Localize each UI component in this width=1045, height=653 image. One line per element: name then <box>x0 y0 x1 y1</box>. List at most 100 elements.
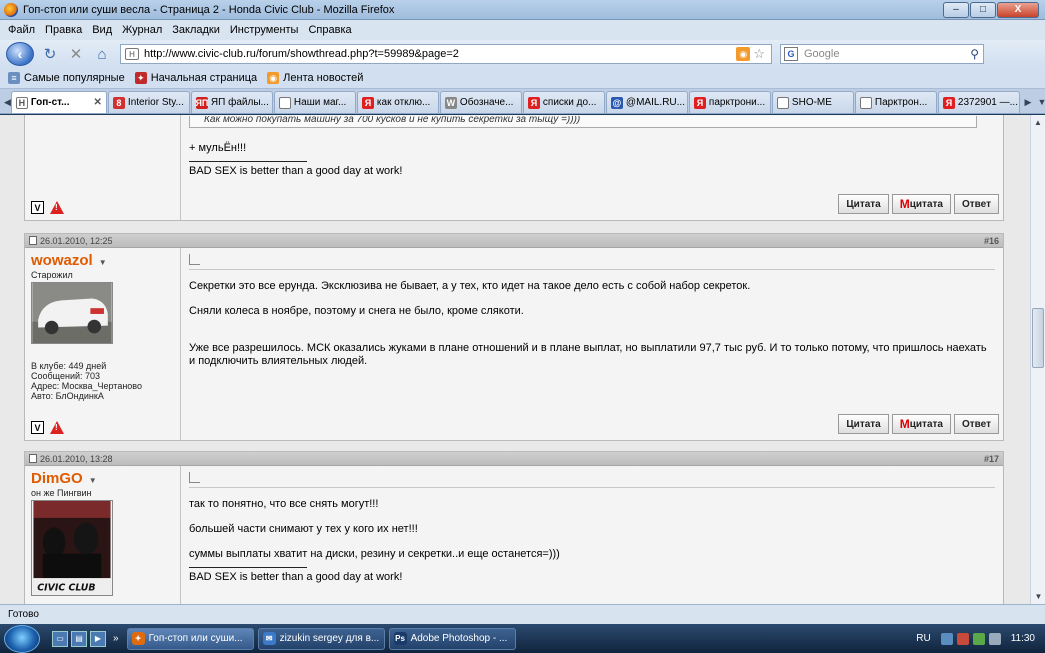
post-document-icon <box>29 236 37 245</box>
menu-edit[interactable]: Правка <box>45 24 82 36</box>
multi-quote-label: цитата <box>909 418 943 430</box>
stat-address: Адрес: Москва_Чертаново <box>31 381 142 391</box>
rss-icon[interactable]: ◉ <box>736 47 751 61</box>
tray-network-icon[interactable] <box>940 632 953 645</box>
reload-icon[interactable]: ↻ <box>40 44 60 64</box>
menu-history[interactable]: Журнал <box>122 24 162 36</box>
stop-icon[interactable]: ✕ <box>66 44 86 64</box>
tab-label: списки до... <box>542 97 597 108</box>
url-text[interactable]: http://www.civic-club.ru/forum/showthrea… <box>144 48 736 60</box>
tab-0[interactable]: H Гоп-ст... ✕ <box>10 91 107 113</box>
user-menu-chevron-icon[interactable]: ▼ <box>99 258 107 267</box>
report-warning-icon[interactable] <box>50 421 64 434</box>
tab-1[interactable]: 8 Interior Sty... <box>107 91 190 113</box>
home-icon[interactable]: ⌂ <box>92 44 112 64</box>
quick-launch-more-icon[interactable]: » <box>113 633 119 644</box>
post-signature: BAD SEX is better than a good day at wor… <box>189 571 403 583</box>
tray-app-icon[interactable] <box>972 632 985 645</box>
scroll-down-icon[interactable]: ▼ <box>1031 589 1045 604</box>
taskbar: ▭ ▤ ▶ » ✦ Гоп-стоп или суши... ✉ zizukin… <box>0 624 1045 653</box>
tab-label: Interior Sty... <box>127 97 184 108</box>
report-warning-icon[interactable] <box>50 201 64 214</box>
close-button[interactable]: X <box>997 1 1039 18</box>
vkontakte-icon[interactable]: V <box>31 421 44 434</box>
language-indicator[interactable]: RU <box>916 633 930 644</box>
tab-scroll-right-icon[interactable]: ▶ <box>1021 91 1035 113</box>
user-menu-chevron-icon[interactable]: ▼ <box>89 476 97 485</box>
tab-scroll-left-icon[interactable]: ◀ <box>4 91 11 113</box>
avatar[interactable] <box>31 282 113 344</box>
firefox-icon <box>4 2 18 17</box>
vertical-scrollbar[interactable]: ▲ ▼ <box>1030 115 1045 604</box>
tab-bar: ◀ H Гоп-ст... ✕ 8 Interior Sty... ЯП ЯП файлы.… <box>0 89 1045 114</box>
post-signature: BAD SEX is better than a good day at wor… <box>189 165 403 177</box>
post-text: Уже все разрешилось. МСК оказались жукам… <box>189 342 987 367</box>
bookmark-most-visited[interactable]: ≡ Самые популярные <box>8 72 125 84</box>
scrollbar-thumb[interactable] <box>1032 308 1044 368</box>
menu-bookmarks[interactable]: Закладки <box>172 24 220 36</box>
post-number[interactable]: #16 <box>984 236 999 246</box>
tab-10[interactable]: Парктрон... <box>854 91 937 113</box>
avatar[interactable]: CIVIC CLUB <box>31 500 113 596</box>
search-placeholder[interactable]: Google <box>804 48 970 60</box>
tab-4[interactable]: Якак отклю... <box>356 91 439 113</box>
reply-button[interactable]: Ответ <box>953 194 999 214</box>
bookmark-start-page[interactable]: ✦ Начальная страница <box>134 72 257 84</box>
tab-close-icon[interactable]: ✕ <box>94 97 102 108</box>
post-icon <box>189 254 200 265</box>
clock[interactable]: 11:30 <box>1011 633 1035 644</box>
site-identity-icon[interactable]: H <box>125 48 139 60</box>
quick-launch: ▭ ▤ ▶ <box>52 630 109 647</box>
multi-quote-m: М <box>899 197 910 211</box>
multi-quote-button[interactable]: Мцитата <box>891 414 951 434</box>
all-tabs-icon[interactable]: ▼ <box>1035 91 1045 113</box>
tray-antivirus-icon[interactable] <box>956 632 969 645</box>
bookmark-label: Лента новостей <box>283 72 364 84</box>
menu-file[interactable]: Файл <box>8 24 35 36</box>
tab-5[interactable]: W Обозначе... <box>439 91 522 113</box>
multi-quote-label: цитата <box>909 198 943 210</box>
tab-6[interactable]: Ясписки до... <box>522 91 605 113</box>
taskbar-item-mail[interactable]: ✉ zizukin sergey для в... <box>257 627 385 650</box>
menu-tools[interactable]: Инструменты <box>230 24 299 36</box>
switch-windows-icon[interactable]: ▤ <box>71 630 87 647</box>
taskbar-item-firefox[interactable]: ✦ Гоп-стоп или суши... <box>126 627 254 650</box>
back-button[interactable]: ‹ <box>6 42 34 66</box>
tab-9[interactable]: SHO-ME <box>771 91 854 113</box>
bookmark-star-icon[interactable]: ☆ <box>753 46 765 62</box>
tray-volume-icon[interactable] <box>988 632 1001 645</box>
tab-11[interactable]: Я 2372901 —... <box>937 91 1020 113</box>
post-number[interactable]: #17 <box>984 454 999 464</box>
media-player-icon[interactable]: ▶ <box>90 630 106 647</box>
vkontakte-icon[interactable]: V <box>31 201 44 214</box>
scroll-up-icon[interactable]: ▲ <box>1031 115 1045 130</box>
multi-quote-button[interactable]: Мцитата <box>891 194 951 214</box>
tab-2[interactable]: ЯП ЯП файлы... <box>190 91 273 113</box>
tab-label: @MAIL.RU... <box>625 97 685 108</box>
minimize-button[interactable]: – <box>943 1 969 18</box>
quote-button[interactable]: Цитата <box>838 194 889 214</box>
reply-button[interactable]: Ответ <box>953 414 999 434</box>
username-link[interactable]: DimGO <box>31 470 83 487</box>
url-bar[interactable]: H http://www.civic-club.ru/forum/showthr… <box>120 44 772 64</box>
search-bar[interactable]: G Google ⚲ <box>780 44 984 64</box>
menu-help[interactable]: Справка <box>308 24 351 36</box>
show-desktop-icon[interactable]: ▭ <box>52 630 68 647</box>
start-button[interactable] <box>4 624 40 653</box>
bookmark-news-feed[interactable]: ◉ Лента новостей <box>267 72 363 84</box>
quote-button[interactable]: Цитата <box>838 414 889 434</box>
username-link[interactable]: wowazol <box>31 252 93 269</box>
tab-favicon-icon <box>776 96 789 109</box>
tab-7[interactable]: @ @MAIL.RU... <box>605 91 688 113</box>
taskbar-item-photoshop[interactable]: Ps Adobe Photoshop - ... <box>388 627 516 650</box>
maximize-button[interactable]: □ <box>970 1 996 18</box>
tab-3[interactable]: Наши маг... <box>273 91 356 113</box>
status-bar: Готово <box>0 604 1045 624</box>
post-userinfo: V <box>25 115 181 220</box>
post-userinfo: DimGO ▼ он же Пингвин CIVIC CLUB <box>25 466 181 604</box>
tab-8[interactable]: Япарктрони... <box>688 91 771 113</box>
google-icon[interactable]: G <box>784 47 798 61</box>
menu-view[interactable]: Вид <box>92 24 112 36</box>
task-label: zizukin sergey для в... <box>279 633 380 644</box>
search-icon[interactable]: ⚲ <box>970 47 979 61</box>
